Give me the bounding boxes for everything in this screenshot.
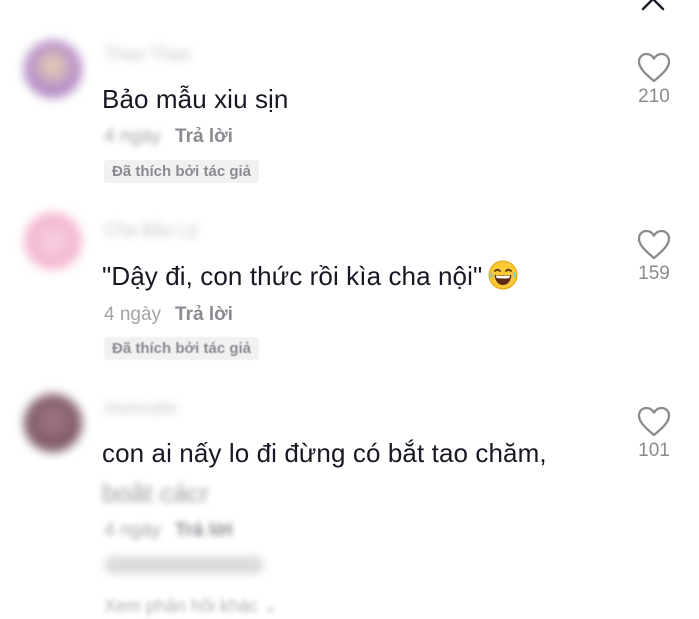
reply-button[interactable]: Trả lời bbox=[175, 520, 233, 541]
comment-username[interactable]: moncutie bbox=[104, 398, 177, 419]
avatar[interactable] bbox=[24, 394, 82, 452]
view-more-replies-button[interactable]: Xem phản hồi khác ⌄ bbox=[104, 596, 278, 617]
chevron-down-icon: ⌄ bbox=[263, 596, 279, 616]
blurred-text-line bbox=[104, 556, 264, 574]
heart-outline-icon[interactable] bbox=[637, 406, 671, 438]
comment-text-continued: boăt cácr bbox=[102, 478, 209, 508]
comment-date: 4 ngày bbox=[104, 520, 162, 541]
comment-text: con ai nấy lo đi đừng có bắt tao chăm, bbox=[102, 438, 547, 468]
like-count: 101 bbox=[638, 440, 670, 461]
comment-item: moncutie con ai nấy lo đi đừng có bắt ta… bbox=[0, 0, 699, 619]
view-more-label: Xem phản hồi khác bbox=[104, 596, 259, 616]
comment-meta: 4 ngày Trả lời bbox=[104, 520, 233, 542]
like-control[interactable]: 101 bbox=[622, 406, 686, 462]
